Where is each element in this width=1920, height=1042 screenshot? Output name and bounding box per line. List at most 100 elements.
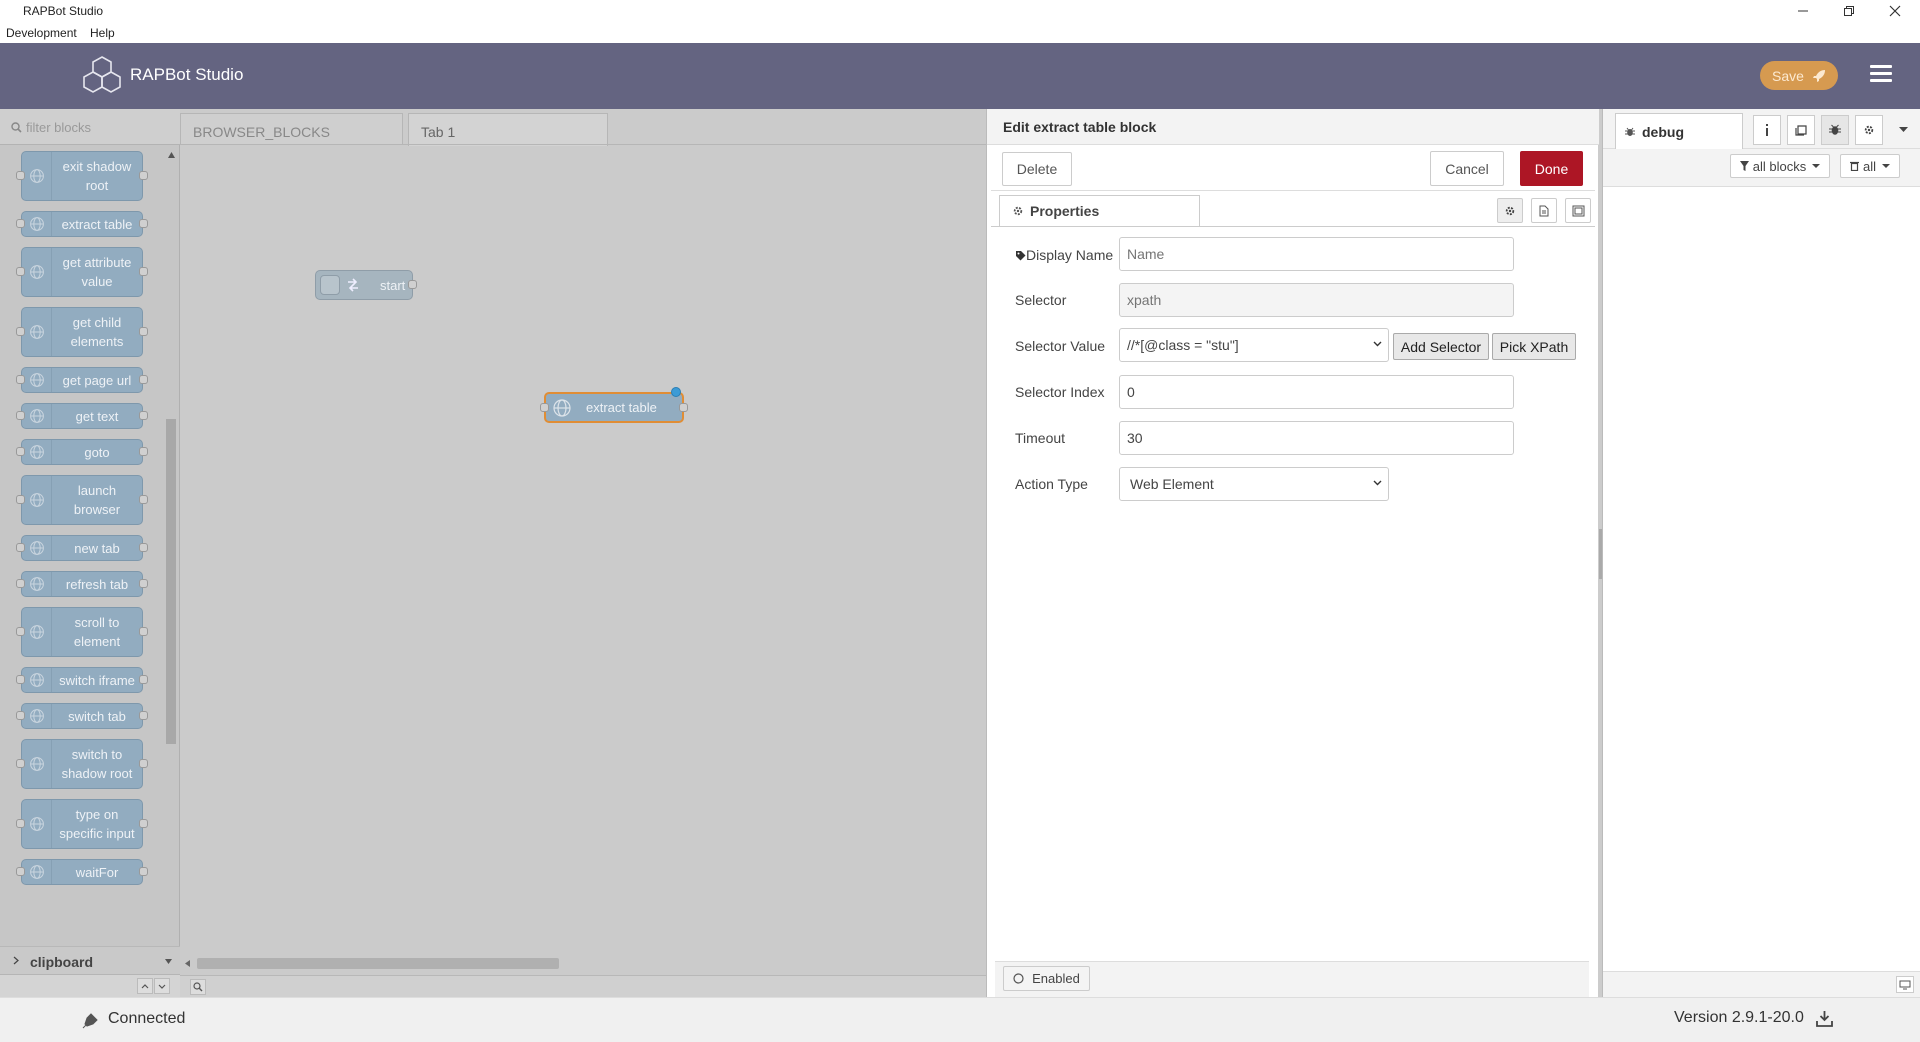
chevron-down-icon [1373, 480, 1382, 486]
bug-icon [1625, 127, 1635, 136]
palette-category-clipboard[interactable]: clipboard [0, 946, 180, 974]
node-settings-button[interactable] [1497, 198, 1523, 223]
globe-icon [22, 740, 52, 788]
input-port [16, 267, 25, 276]
output-port [139, 267, 148, 276]
input-port [16, 675, 25, 684]
palette-block-label: waitFor [75, 864, 119, 880]
connection-status: Connected [108, 1010, 186, 1027]
download-icon[interactable] [1816, 1010, 1833, 1028]
help-tab-button[interactable] [1787, 115, 1815, 145]
cancel-button[interactable]: Cancel [1430, 151, 1504, 186]
filter-icon [1739, 161, 1749, 171]
tab-debug[interactable]: debug [1615, 113, 1743, 149]
enabled-toggle[interactable]: Enabled [1003, 966, 1090, 991]
palette-block[interactable]: waitFor [16, 859, 148, 885]
tab-label: BROWSER_BLOCKS [193, 124, 330, 140]
palette-block-label: get text [75, 408, 119, 424]
done-button[interactable]: Done [1520, 151, 1583, 186]
action-type-label: Action Type [1015, 476, 1088, 492]
node-description-button[interactable] [1531, 198, 1557, 223]
node-appearance-button[interactable] [1565, 198, 1591, 223]
palette-block[interactable]: refresh tab [16, 571, 148, 597]
debug-tab-button[interactable] [1821, 115, 1849, 145]
palette-block[interactable]: get attribute value [16, 247, 148, 297]
palette-block[interactable]: scroll to element [16, 607, 148, 657]
output-port [139, 375, 148, 384]
expand-all-button[interactable] [154, 978, 170, 994]
minimize-button[interactable] [1780, 0, 1826, 22]
output-port [139, 447, 148, 456]
trash-icon [1849, 161, 1859, 171]
palette-block[interactable]: switch tab [16, 703, 148, 729]
palette-block[interactable]: extract table [16, 211, 148, 237]
input-port [16, 375, 25, 384]
palette-block[interactable]: switch to shadow root [16, 739, 148, 789]
input-port[interactable] [540, 402, 549, 412]
menu-help[interactable]: Help [90, 26, 115, 40]
globe-icon [22, 308, 52, 356]
canvas-scrollbar[interactable] [180, 951, 986, 975]
output-port[interactable] [679, 402, 688, 412]
palette-block[interactable]: switch iframe [16, 667, 148, 693]
inject-button[interactable] [320, 275, 340, 295]
output-port [139, 627, 148, 636]
config-tab-button[interactable] [1855, 115, 1883, 145]
output-port[interactable] [408, 280, 417, 289]
output-port [139, 219, 148, 228]
palette-block-label: launch browser [73, 483, 121, 517]
palette-block[interactable]: launch browser [16, 475, 148, 525]
palette-block[interactable]: get child elements [16, 307, 148, 357]
restore-icon [1844, 6, 1854, 16]
display-name-input[interactable] [1119, 237, 1514, 271]
palette-block[interactable]: new tab [16, 535, 148, 561]
menu-development[interactable]: Development [6, 26, 77, 40]
globe-icon [22, 704, 52, 728]
edit-block-panel: Edit extract table block Delete Cancel D… [986, 109, 1602, 997]
debug-clear-button[interactable]: all [1840, 154, 1900, 178]
changed-indicator [671, 387, 681, 397]
display-name-row: Display Name [1015, 247, 1113, 263]
palette-block[interactable]: exit shadow root [16, 151, 148, 201]
flow-canvas[interactable]: BROWSER_BLOCKS Tab 1 start extract table [180, 109, 989, 997]
start-node[interactable]: start [315, 270, 417, 300]
delete-button[interactable]: Delete [1002, 152, 1072, 186]
globe-icon [553, 398, 571, 417]
collapse-all-button[interactable] [137, 978, 153, 994]
output-port [139, 675, 148, 684]
palette-block[interactable]: goto [16, 439, 148, 465]
timeout-input[interactable]: 30 [1119, 421, 1514, 455]
action-type-select[interactable]: Web Element [1119, 467, 1389, 501]
sidebar-menu-button[interactable] [1889, 115, 1917, 145]
palette-block-label: scroll to element [73, 615, 121, 649]
filter-blocks-input[interactable]: filter blocks [0, 109, 180, 145]
selector-input[interactable] [1119, 283, 1514, 317]
monitor-icon [1899, 980, 1911, 989]
add-selector-button[interactable]: Add Selector [1393, 333, 1489, 360]
palette-block[interactable]: type on specific input [16, 799, 148, 849]
save-button[interactable]: Save [1760, 61, 1838, 90]
extract-table-node[interactable]: extract table [540, 387, 688, 423]
close-window-button[interactable] [1872, 0, 1918, 22]
block-palette: filter blocks exit shadow root extract ta… [0, 109, 180, 997]
input-port [16, 579, 25, 588]
restore-button[interactable] [1826, 0, 1872, 22]
debug-filter-button[interactable]: all blocks [1730, 154, 1830, 178]
tab-browser-blocks[interactable]: BROWSER_BLOCKS [180, 113, 403, 145]
tab-1[interactable]: Tab 1 [408, 113, 608, 146]
node-label: start [380, 277, 406, 293]
display-name-label: Display Name [1026, 247, 1114, 263]
output-port [139, 759, 148, 768]
info-tab-button[interactable] [1753, 115, 1781, 145]
selector-index-input[interactable]: 0 [1119, 375, 1514, 409]
palette-block[interactable]: get page url [16, 367, 148, 393]
tab-properties[interactable]: Properties [999, 195, 1200, 226]
palette-scrollbar[interactable] [165, 149, 177, 929]
palette-block[interactable]: get text [16, 403, 148, 429]
open-debug-window-button[interactable] [1896, 976, 1914, 993]
output-port [139, 411, 148, 420]
selector-value-select[interactable]: //*[@class = "stu"] [1119, 328, 1389, 362]
search-flows-button[interactable] [190, 979, 206, 995]
main-menu-button[interactable] [1870, 65, 1892, 85]
pick-xpath-button[interactable]: Pick XPath [1492, 333, 1576, 360]
